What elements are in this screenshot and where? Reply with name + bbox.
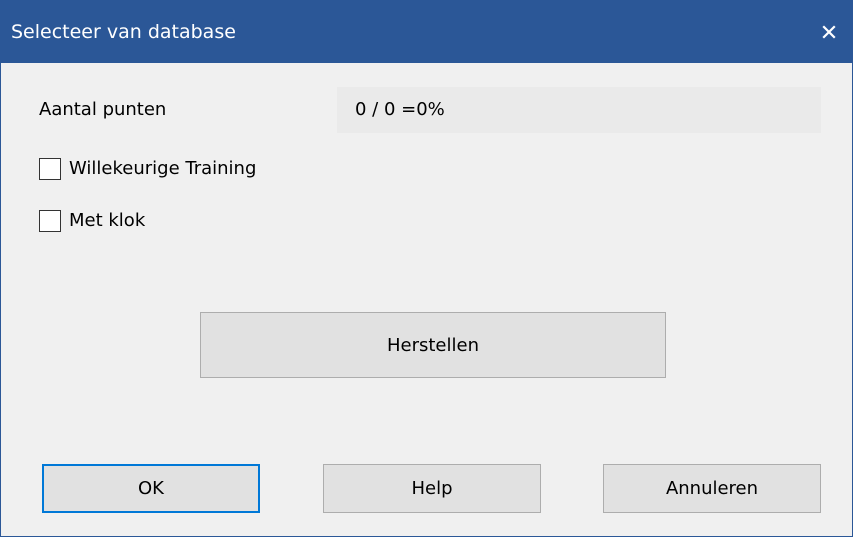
random-training-checkbox[interactable]: Willekeurige Training: [39, 156, 256, 182]
points-value: 0 / 0 =0%: [355, 99, 445, 120]
ok-button[interactable]: OK: [42, 464, 260, 513]
random-training-checkbox-box[interactable]: [39, 158, 61, 180]
points-value-field: 0 / 0 =0%: [337, 87, 821, 133]
title-bar[interactable]: Selecteer van database: [1, 1, 852, 63]
with-clock-checkbox-box[interactable]: [39, 210, 61, 232]
reset-button[interactable]: Herstellen: [200, 312, 666, 378]
close-icon: [822, 25, 836, 39]
window-title: Selecteer van database: [11, 21, 236, 43]
cancel-button[interactable]: Annuleren: [603, 464, 821, 513]
help-button[interactable]: Help: [323, 464, 541, 513]
with-clock-label: Met klok: [69, 210, 146, 231]
close-button[interactable]: [806, 1, 852, 63]
dialog-body: Aantal punten 0 / 0 =0% Willekeurige Tra…: [1, 63, 852, 536]
points-label: Aantal punten: [39, 99, 167, 120]
dialog-window: Selecteer van database Aantal punten 0 /…: [0, 0, 853, 537]
random-training-label: Willekeurige Training: [69, 158, 257, 179]
with-clock-checkbox[interactable]: Met klok: [39, 208, 145, 234]
